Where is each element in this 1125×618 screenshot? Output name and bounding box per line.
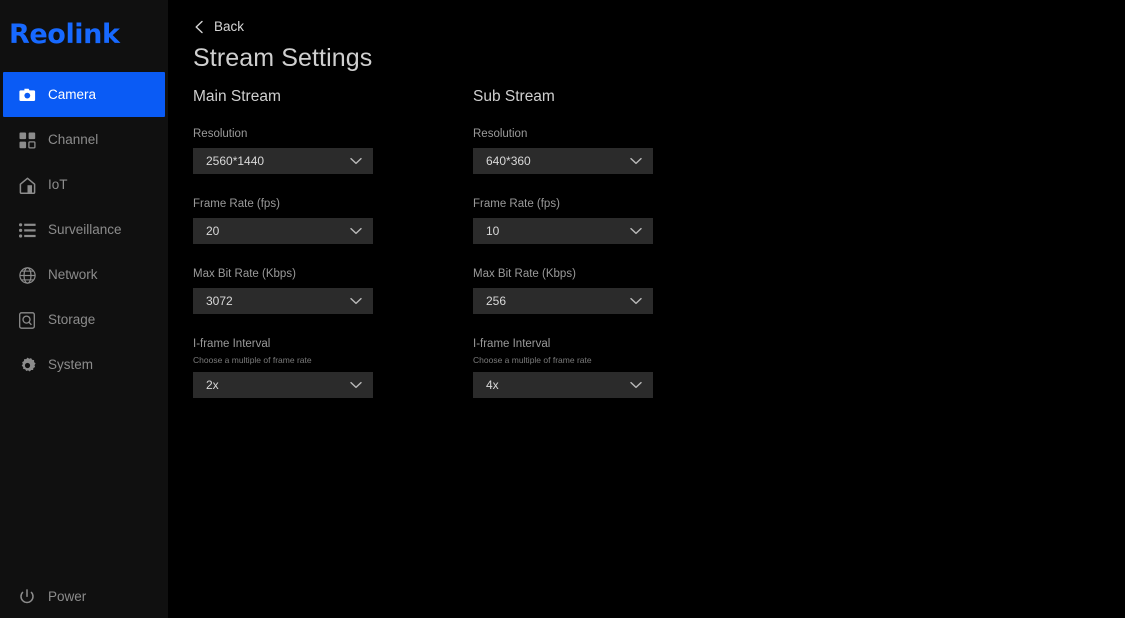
sidebar-item-label: System <box>48 357 94 373</box>
sub-stream-max-bit-rate-field: Max Bit Rate (Kbps) 256 <box>473 268 653 314</box>
field-label: Resolution <box>193 128 248 140</box>
main-stream-frame-rate-field: Frame Rate (fps) 20 <box>193 198 373 244</box>
sidebar-item-camera[interactable]: Camera <box>3 72 165 117</box>
sidebar-item-label: Network <box>48 267 98 283</box>
page-title: Stream Settings <box>193 44 373 72</box>
select-value: 2x <box>206 379 219 391</box>
field-label: Max Bit Rate (Kbps) <box>193 268 296 280</box>
select-value: 3072 <box>206 294 233 307</box>
main-stream-iframe-interval-field: I-frame Interval Choose a multiple of fr… <box>193 338 373 398</box>
select-value: 4x <box>486 379 499 391</box>
chevron-down-icon <box>629 224 642 237</box>
channel-grid-icon <box>17 130 37 150</box>
main-stream-resolution-field: Resolution 2560*1440 <box>193 128 373 174</box>
sidebar-item-label: IoT <box>48 177 68 193</box>
sidebar-item-label: Power <box>48 589 87 605</box>
sidebar-item-label: Storage <box>48 312 96 328</box>
sub-stream-resolution-field: Resolution 640*360 <box>473 128 653 174</box>
chevron-down-icon <box>349 154 362 167</box>
main-stream-iframe-interval-select[interactable]: 2x <box>193 372 373 398</box>
hard-drive-icon <box>17 310 37 330</box>
main-stream-max-bit-rate-field: Max Bit Rate (Kbps) 3072 <box>193 268 373 314</box>
main-stream-resolution-select[interactable]: 2560*1440 <box>193 147 373 174</box>
list-icon <box>17 220 37 240</box>
field-label: I-frame Interval <box>473 338 551 350</box>
sub-stream-resolution-select[interactable]: 640*360 <box>473 147 653 174</box>
select-value: 20 <box>206 224 220 237</box>
field-label: Resolution <box>473 128 528 140</box>
sidebar-item-label: Camera <box>48 86 97 102</box>
main-stream-heading: Main Stream <box>193 88 281 105</box>
globe-icon <box>17 265 37 285</box>
sub-stream-frame-rate-select[interactable]: 10 <box>473 217 653 244</box>
chevron-down-icon <box>349 294 362 307</box>
chevron-down-icon <box>349 379 362 392</box>
sidebar-item-iot[interactable]: IoT <box>3 163 165 207</box>
back-label: Back <box>214 19 245 34</box>
main-stream-max-bit-rate-select[interactable]: 3072 <box>193 287 373 314</box>
chevron-down-icon <box>629 379 642 392</box>
sidebar-item-power[interactable]: Power <box>3 582 165 612</box>
sub-stream-heading: Sub Stream <box>473 88 555 105</box>
sub-stream-iframe-interval-field: I-frame Interval Choose a multiple of fr… <box>473 338 653 398</box>
field-label: Frame Rate (fps) <box>193 198 280 210</box>
brand-logo: Reolink <box>9 16 120 52</box>
field-label: Max Bit Rate (Kbps) <box>473 268 576 280</box>
sub-stream-iframe-interval-select[interactable]: 4x <box>473 372 653 398</box>
sub-stream-max-bit-rate-select[interactable]: 256 <box>473 287 653 314</box>
select-value: 256 <box>486 294 507 307</box>
main-stream-frame-rate-select[interactable]: 20 <box>193 217 373 244</box>
sidebar-item-label: Surveillance <box>48 222 122 238</box>
select-value: 640*360 <box>486 154 531 167</box>
sub-stream-frame-rate-field: Frame Rate (fps) 10 <box>473 198 653 244</box>
sidebar-item-channel[interactable]: Channel <box>3 118 165 162</box>
select-value: 10 <box>486 224 500 237</box>
main-stream-column: Main Stream Resolution 2560*1440 Frame R… <box>193 86 473 398</box>
field-hint: Choose a multiple of frame rate <box>473 354 592 365</box>
chevron-down-icon <box>629 294 642 307</box>
power-icon <box>17 587 37 607</box>
sidebar-item-surveillance[interactable]: Surveillance <box>3 208 165 252</box>
field-label: I-frame Interval <box>193 338 271 350</box>
gear-icon <box>17 355 37 375</box>
main-content: Back Stream Settings Main Stream Resolut… <box>168 0 1125 618</box>
sidebar-item-label: Channel <box>48 132 99 148</box>
stream-settings-screen: Reolink Camera Channel IoT Surveillance … <box>0 0 1125 618</box>
field-hint: Choose a multiple of frame rate <box>193 354 312 365</box>
home-icon <box>17 175 37 195</box>
sidebar-item-network[interactable]: Network <box>3 253 165 297</box>
sidebar-item-system[interactable]: System <box>3 343 165 387</box>
sub-stream-column: Sub Stream Resolution 640*360 Frame Rate… <box>473 86 753 398</box>
brand-logo-text: Reolink <box>9 18 120 50</box>
sidebar-item-storage[interactable]: Storage <box>3 298 165 342</box>
back-button[interactable]: Back <box>194 19 244 34</box>
chevron-down-icon <box>349 224 362 237</box>
sidebar-nav: Camera Channel IoT Surveillance Network … <box>0 72 168 388</box>
chevron-left-icon <box>194 20 205 34</box>
chevron-down-icon <box>629 154 642 167</box>
camera-icon <box>17 85 37 105</box>
field-label: Frame Rate (fps) <box>473 198 560 210</box>
sidebar: Reolink Camera Channel IoT Surveillance … <box>0 0 168 618</box>
select-value: 2560*1440 <box>206 154 265 167</box>
